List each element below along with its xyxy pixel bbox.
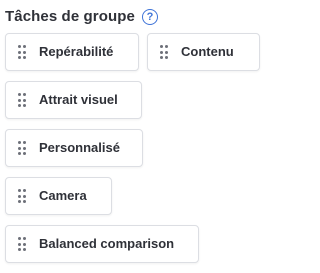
- task-chip-contenu[interactable]: Contenu: [147, 33, 260, 71]
- task-chip-attrait-visuel[interactable]: Attrait visuel: [5, 81, 142, 119]
- task-chip-reperabilite[interactable]: Repérabilité: [5, 33, 139, 71]
- task-chip-label: Balanced comparison: [39, 236, 175, 251]
- help-icon[interactable]: ?: [141, 9, 158, 25]
- drag-handle-icon[interactable]: [18, 93, 26, 107]
- group-tasks-panel: Tâches de groupe ? Repérabilité Contenu …: [0, 0, 268, 273]
- panel-header: Tâches de groupe ?: [5, 6, 158, 28]
- drag-handle-icon[interactable]: [18, 141, 26, 155]
- drag-handle-icon[interactable]: [18, 45, 26, 59]
- task-chip-balanced-comparison[interactable]: Balanced comparison: [5, 225, 199, 263]
- drag-handle-icon[interactable]: [160, 45, 168, 59]
- task-chip-label: Repérabilité: [39, 44, 114, 59]
- panel-title: Tâches de groupe: [5, 8, 135, 25]
- drag-handle-icon[interactable]: [18, 189, 26, 203]
- task-chip-personnalise[interactable]: Personnalisé: [5, 129, 143, 167]
- task-chip-label: Attrait visuel: [39, 92, 118, 107]
- drag-handle-icon[interactable]: [18, 237, 26, 251]
- task-chip-camera[interactable]: Camera: [5, 177, 112, 215]
- task-chip-label: Camera: [39, 188, 87, 203]
- task-chip-label: Contenu: [181, 44, 234, 59]
- task-chip-label: Personnalisé: [39, 140, 120, 155]
